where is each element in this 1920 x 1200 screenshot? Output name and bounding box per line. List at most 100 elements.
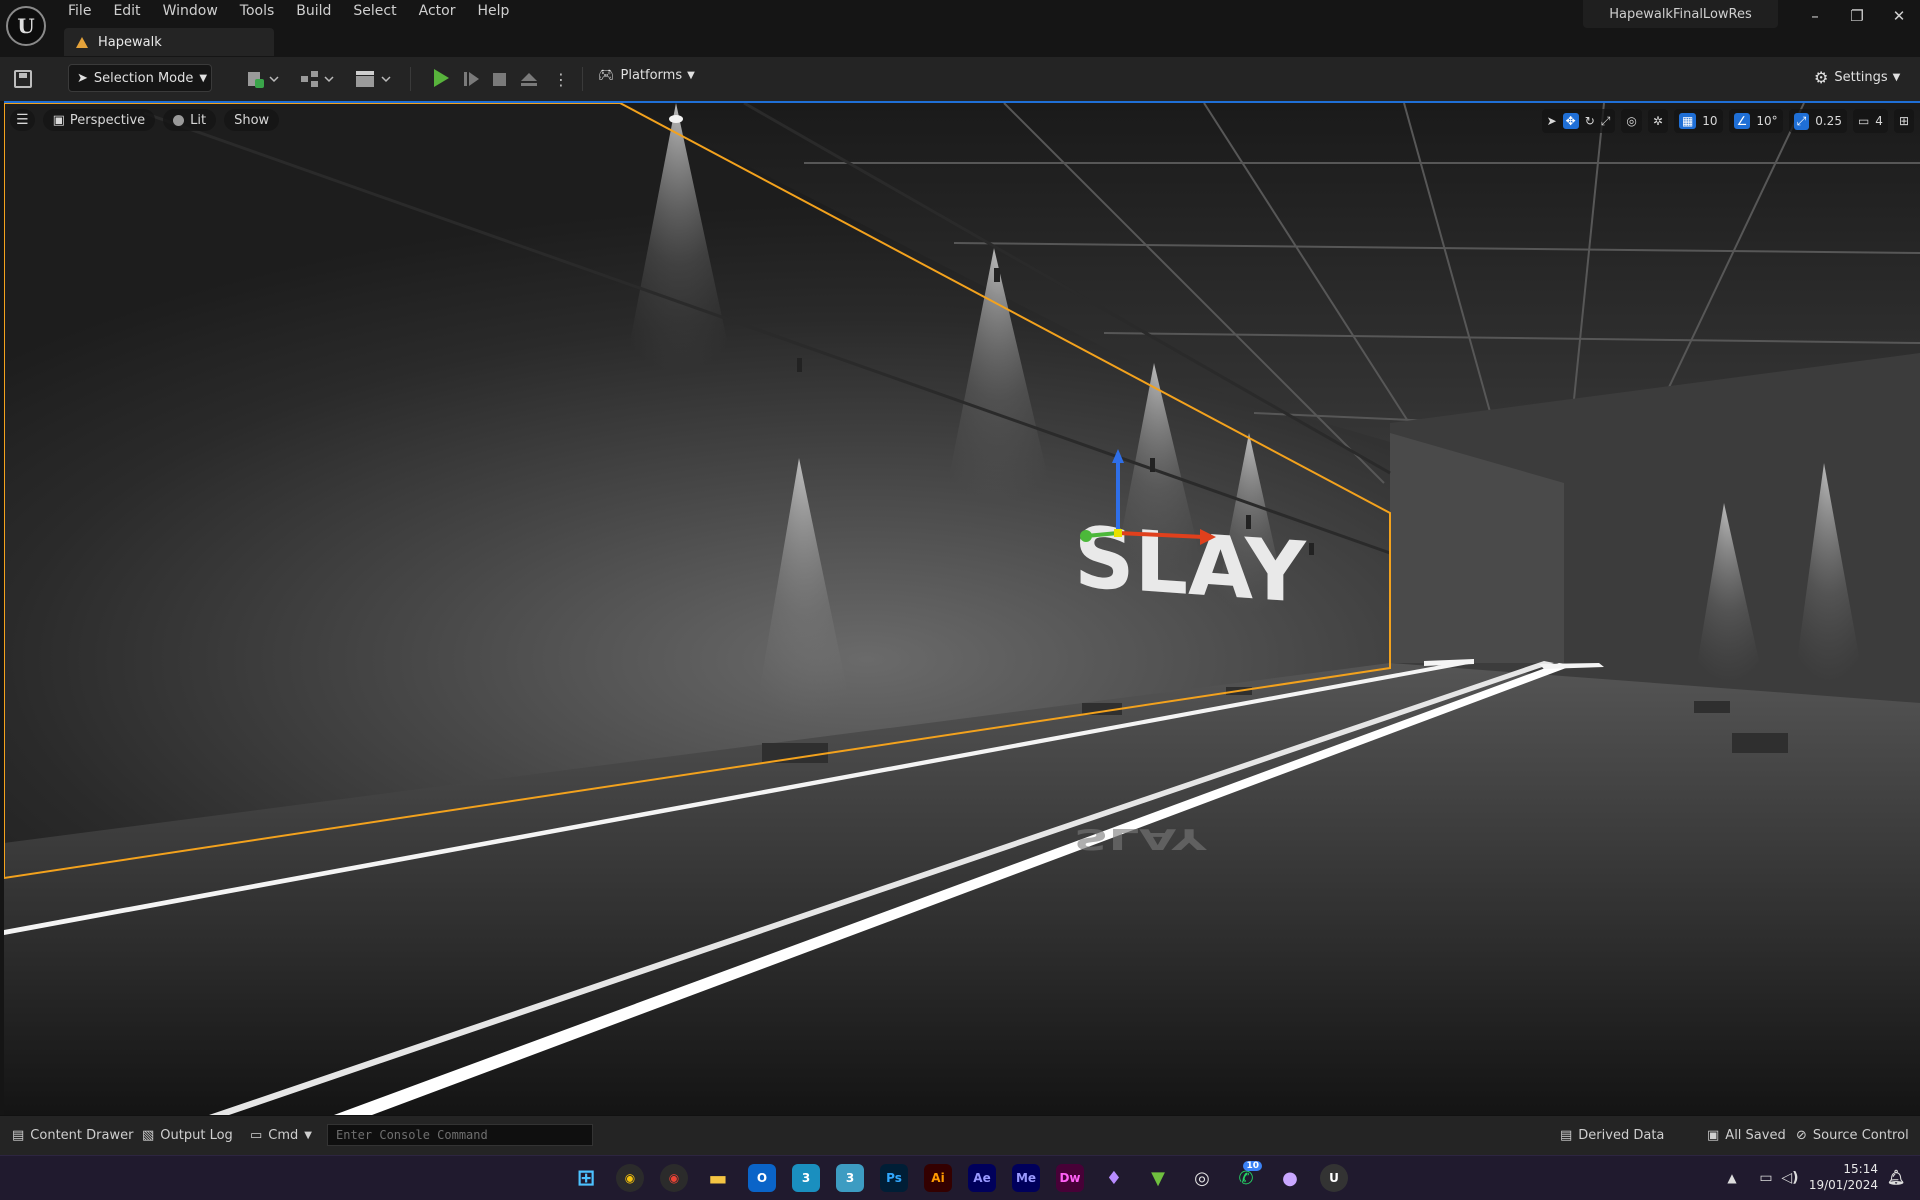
level-tab-label: Hapewalk: [98, 34, 162, 50]
3ds-max-icon[interactable]: 3: [792, 1164, 820, 1192]
cmd-dropdown[interactable]: ▭ Cmd ▼: [250, 1128, 312, 1143]
coordinate-system-button[interactable]: ◎: [1621, 109, 1642, 133]
menu-file[interactable]: File: [57, 0, 102, 24]
system-clock[interactable]: 15:14 19/01/2024: [1809, 1161, 1878, 1193]
platforms-dropdown[interactable]: 🎮︎ Platforms ▼: [598, 68, 695, 83]
vectorworks-icon[interactable]: ▼: [1144, 1164, 1172, 1192]
notification-bell-icon[interactable]: 🔔︎: [1882, 1164, 1910, 1192]
viewport-options-button[interactable]: ☰: [10, 109, 35, 131]
menu-help[interactable]: Help: [466, 0, 520, 24]
github-icon[interactable]: ●: [1276, 1164, 1304, 1192]
ceiling-light: [669, 115, 683, 123]
chrome-beta-icon[interactable]: ◉: [616, 1164, 644, 1192]
settings-dropdown[interactable]: ⚙ Settings ▼: [1814, 68, 1900, 87]
grid-snap-button[interactable]: ▦ 10: [1673, 109, 1723, 133]
gear-icon: ⚙: [1814, 68, 1829, 87]
translate-tool-icon[interactable]: ✥: [1562, 113, 1579, 129]
blueprint-button[interactable]: [299, 68, 335, 90]
level-tab[interactable]: Hapewalk: [64, 28, 274, 56]
os-taskbar: ⊞ ◉ ◉ ▬ O 3 3 Ps Ai Ae Me Dw ♦ ▼ ◎ ✆ 10 ●…: [0, 1155, 1920, 1200]
unreal-engine-icon[interactable]: U: [1320, 1164, 1348, 1192]
surface-snap-button[interactable]: ✲: [1647, 109, 1668, 133]
menu-select[interactable]: Select: [342, 0, 407, 24]
main-menu: File Edit Window Tools Build Select Acto…: [57, 0, 520, 24]
scene-render[interactable]: SLAY SLAY: [4, 103, 1920, 1115]
source-control-button[interactable]: ⊘ Source Control: [1796, 1128, 1909, 1143]
cinematics-button[interactable]: [354, 68, 392, 90]
camera-speed-button[interactable]: ▭ 4: [1852, 109, 1888, 133]
menu-window[interactable]: Window: [152, 0, 229, 24]
project-name: HapewalkFinalLowRes: [1583, 0, 1778, 28]
scale-snap-button[interactable]: ⤢ 0.25: [1788, 109, 1847, 133]
select-tool-icon[interactable]: ➤: [1547, 114, 1557, 128]
media-encoder-icon[interactable]: Me: [1012, 1164, 1040, 1192]
clapperboard-icon: [356, 71, 391, 87]
eject-icon: [521, 73, 537, 86]
menu-edit[interactable]: Edit: [102, 0, 151, 24]
rotation-snap-button[interactable]: ∠ 10°: [1728, 109, 1783, 133]
photoshop-icon[interactable]: Ps: [880, 1164, 908, 1192]
clock-date: 19/01/2024: [1808, 1178, 1878, 1192]
app-icon[interactable]: ♦: [1100, 1164, 1128, 1192]
slay-sign[interactable]: SLAY: [1074, 508, 1307, 622]
windows-start-icon[interactable]: ⊞: [572, 1164, 600, 1192]
tray-chevron-icon[interactable]: ▲: [1718, 1164, 1746, 1192]
title-bar: U File Edit Window Tools Build Select Ac…: [0, 0, 1920, 57]
status-bar: ▤ Content Drawer ▧ Output Log ▭ Cmd ▼ En…: [0, 1115, 1920, 1155]
viewport-left-controls: ☰ ▣ Perspective Lit Show: [10, 109, 280, 131]
play-options-icon[interactable]: ⋮: [553, 68, 569, 90]
stop-icon: [493, 73, 506, 86]
platforms-label: Platforms: [620, 68, 683, 83]
rotate-tool-icon[interactable]: ↻: [1585, 114, 1595, 128]
derived-data-button[interactable]: ▤ Derived Data: [1560, 1128, 1664, 1143]
scale-snap-icon: ⤢: [1793, 112, 1810, 130]
scale-tool-icon[interactable]: ⤢: [1601, 114, 1611, 129]
layout-button[interactable]: ⊞: [1893, 109, 1914, 133]
after-effects-icon[interactable]: Ae: [968, 1164, 996, 1192]
output-log-button[interactable]: ▧ Output Log: [142, 1128, 233, 1143]
selection-mode-dropdown[interactable]: ➤ Selection Mode ▼: [68, 64, 212, 92]
close-button[interactable]: ✕: [1878, 0, 1920, 32]
menu-build[interactable]: Build: [285, 0, 342, 24]
advance-frame-button[interactable]: [462, 68, 480, 90]
content-drawer-button[interactable]: ▤ Content Drawer: [12, 1128, 133, 1143]
transform-tools: ➤ ✥ ↻ ⤢: [1541, 109, 1616, 133]
minimize-button[interactable]: –: [1794, 0, 1836, 32]
3ds-max-2-icon[interactable]: 3: [836, 1164, 864, 1192]
outlook-icon[interactable]: O: [748, 1164, 776, 1192]
add-actor-button[interactable]: [246, 68, 280, 90]
chevron-down-icon: ▼: [687, 70, 695, 81]
toolbar-separator: [410, 67, 411, 91]
level-viewport[interactable]: SLAY SLAY ☰ ▣ Perspective Lit Show ➤ ✥ ↻…: [4, 101, 1920, 1115]
play-icon[interactable]: [434, 69, 449, 87]
source-control-icon: ⊘: [1796, 1128, 1807, 1143]
dreamweaver-icon[interactable]: Dw: [1056, 1164, 1084, 1192]
menu-actor[interactable]: Actor: [408, 0, 467, 24]
main-toolbar: ➤ Selection Mode ▼ ⋮ 🎮︎ Platforms ▼ ⚙ Se…: [0, 57, 1920, 101]
drawer-icon: ▤: [12, 1128, 25, 1143]
restore-button[interactable]: ❐: [1836, 0, 1878, 32]
stop-button[interactable]: [492, 68, 508, 90]
camera-icon: ▭: [1857, 114, 1870, 128]
perspective-button[interactable]: ▣ Perspective: [42, 109, 156, 131]
show-button[interactable]: Show: [224, 109, 280, 131]
all-saved-button[interactable]: ▣ All Saved: [1707, 1128, 1786, 1143]
file-explorer-icon[interactable]: ▬: [704, 1164, 732, 1192]
console-input[interactable]: Enter Console Command: [327, 1124, 593, 1146]
view-mode-button[interactable]: Lit: [163, 109, 217, 131]
obs-icon[interactable]: ◎: [1188, 1164, 1216, 1192]
chrome-icon[interactable]: ◉: [660, 1164, 688, 1192]
log-icon: ▧: [142, 1128, 155, 1143]
save-icon[interactable]: [14, 70, 32, 88]
illustrator-icon[interactable]: Ai: [924, 1164, 952, 1192]
volume-icon[interactable]: ◁): [1776, 1164, 1804, 1192]
menu-tools[interactable]: Tools: [229, 0, 286, 24]
unreal-logo-icon[interactable]: U: [6, 6, 46, 46]
selection-mode-label: Selection Mode: [93, 70, 194, 86]
blueprint-icon: [301, 71, 334, 87]
angle-icon: ∠: [1733, 113, 1751, 129]
eject-button[interactable]: [520, 68, 538, 90]
surface-snap-icon: ✲: [1652, 114, 1663, 128]
grid-snap-value: 10: [1702, 114, 1718, 128]
whatsapp-icon[interactable]: ✆ 10: [1232, 1161, 1262, 1192]
